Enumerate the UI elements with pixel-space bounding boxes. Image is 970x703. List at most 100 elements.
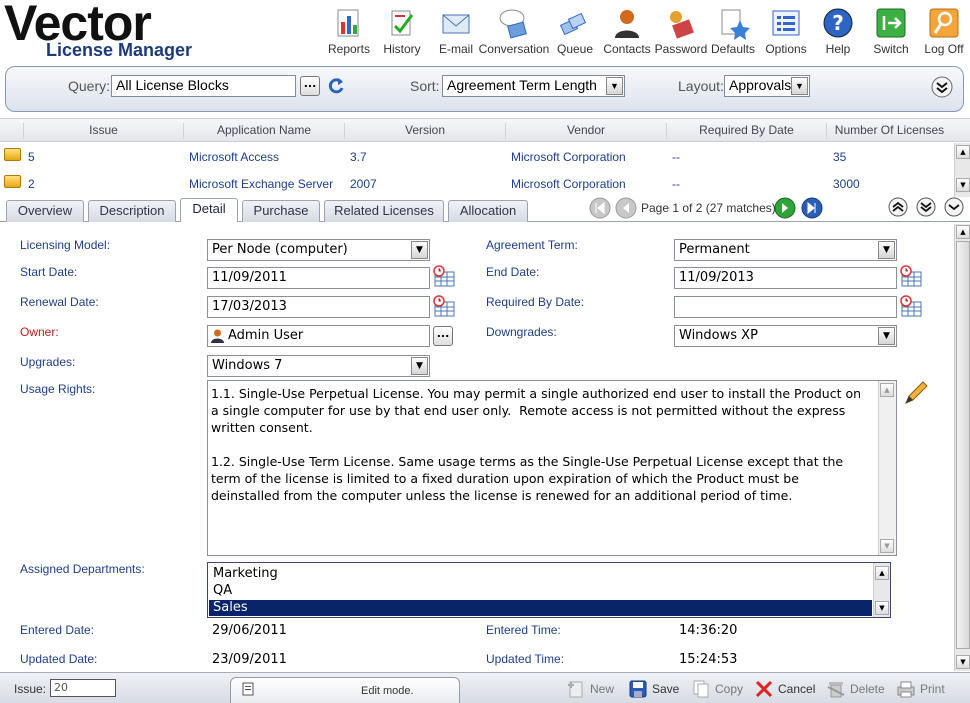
issue-number-input[interactable]: 20: [50, 679, 116, 697]
cell-issue[interactable]: 2: [28, 177, 35, 191]
tab-description[interactable]: Description: [88, 200, 176, 222]
query-select[interactable]: All License Blocks: [111, 75, 296, 97]
cancel-button[interactable]: Cancel: [754, 677, 818, 701]
cancel-icon: [755, 680, 773, 698]
start-date-input[interactable]: 11/09/2011: [207, 267, 430, 289]
cell-required-by: --: [672, 177, 680, 191]
calendar-icon[interactable]: [432, 265, 456, 287]
tab-overview[interactable]: Overview: [6, 200, 84, 222]
cancel-label: Cancel: [778, 682, 816, 696]
move-up-icon[interactable]: [888, 197, 908, 217]
agreement-term-value: Permanent: [679, 242, 750, 257]
scroll-up-icon[interactable]: ▲: [956, 225, 970, 239]
layout-select-value: Approvals: [729, 77, 792, 93]
required-by-input[interactable]: [674, 296, 897, 318]
grid-col-vendor[interactable]: Vendor: [506, 123, 667, 139]
save-label: Save: [652, 682, 680, 696]
cell-issue[interactable]: 5: [28, 150, 35, 164]
scroll-down-icon[interactable]: ▼: [956, 655, 970, 669]
licensing-model-select[interactable]: Per Node (computer) ▼: [207, 239, 430, 261]
defaults-icon: [721, 9, 750, 40]
table-row[interactable]: 2 Microsoft Exchange Server 2007 Microso…: [0, 170, 952, 196]
save-button[interactable]: Save: [628, 677, 684, 701]
chevron-down-icon[interactable]: ▼: [878, 241, 895, 259]
cell-application: Microsoft Exchange Server: [189, 177, 334, 191]
grid-scrollbar[interactable]: ▲ ▼: [954, 143, 970, 197]
owner-browse-button[interactable]: ...: [433, 326, 453, 346]
collapse-query-icon[interactable]: [931, 76, 953, 98]
updated-date-value: 23/09/2011: [212, 652, 287, 667]
layout-select[interactable]: Approvals ▼: [724, 75, 810, 97]
logoff-icon: [929, 8, 959, 38]
agreement-term-select[interactable]: Permanent ▼: [674, 239, 897, 261]
first-page-icon[interactable]: [589, 197, 611, 219]
print-button[interactable]: Print: [896, 677, 956, 701]
departments-listbox[interactable]: Marketing QA Sales ▲ ▼: [207, 562, 891, 618]
calendar-icon[interactable]: [899, 265, 923, 287]
updated-date-label: Updated Date:: [20, 652, 98, 666]
folder-icon: [4, 148, 21, 161]
tab-allocation[interactable]: Allocation: [448, 200, 528, 222]
tab-related-licenses[interactable]: Related Licenses: [324, 200, 444, 222]
departments-scrollbar[interactable]: ▲ ▼: [873, 563, 890, 617]
chevron-down-icon[interactable]: ▼: [791, 77, 808, 95]
end-date-input[interactable]: 11/09/2013: [674, 267, 897, 289]
updated-time-label: Updated Time:: [486, 652, 565, 666]
entered-date-label: Entered Date:: [20, 623, 95, 637]
start-date-label: Start Date:: [20, 265, 78, 279]
copy-button[interactable]: Copy: [691, 677, 749, 701]
list-item[interactable]: Marketing: [209, 566, 872, 582]
chevron-down-icon[interactable]: ▼: [606, 77, 623, 95]
cell-version: 2007: [350, 177, 377, 191]
usage-scrollbar[interactable]: ▲ ▼: [878, 381, 896, 555]
grid-col-application[interactable]: Application Name: [184, 123, 345, 139]
new-button[interactable]: New: [566, 677, 622, 701]
scroll-up-icon[interactable]: ▲: [956, 145, 970, 159]
query-label: Query:: [68, 78, 111, 94]
scroll-thumb[interactable]: [956, 241, 970, 649]
tab-detail[interactable]: Detail: [180, 198, 238, 222]
delete-button[interactable]: Delete: [826, 677, 890, 701]
entered-time-label: Entered Time:: [486, 623, 561, 637]
scroll-down-icon[interactable]: ▼: [875, 601, 889, 615]
owner-input[interactable]: Admin User: [207, 325, 430, 347]
scroll-up-icon[interactable]: ▲: [880, 383, 894, 397]
toolbar-logoff-label: Log Off: [924, 42, 964, 56]
refresh-icon[interactable]: [326, 76, 346, 96]
table-row[interactable]: 5 Microsoft Access 3.7 Microsoft Corpora…: [0, 143, 952, 169]
list-item-selected[interactable]: Sales: [209, 600, 872, 616]
chevron-down-icon[interactable]: ▼: [411, 241, 428, 259]
last-page-icon[interactable]: [801, 197, 823, 219]
upgrades-select[interactable]: Windows 7 ▼: [207, 355, 430, 377]
detail-tabs: Overview Description Detail Purchase Rel…: [0, 197, 970, 222]
renewal-date-input[interactable]: 17/03/2013: [207, 296, 430, 318]
sort-select[interactable]: Agreement Term Length ▼: [442, 75, 625, 97]
status-bar: Issue: 20 Edit mode. New Save Copy Cance…: [0, 672, 970, 703]
list-item[interactable]: QA: [209, 583, 872, 599]
grid-col-version[interactable]: Version: [345, 123, 506, 139]
cell-required-by: --: [672, 150, 680, 164]
scroll-up-icon[interactable]: ▲: [875, 566, 889, 580]
chevron-down-icon[interactable]: ▼: [411, 357, 428, 375]
move-down-icon[interactable]: [916, 197, 936, 217]
calendar-icon[interactable]: [432, 295, 456, 317]
tab-purchase[interactable]: Purchase: [242, 200, 320, 222]
scroll-down-icon[interactable]: ▼: [956, 178, 970, 192]
query-browse-button[interactable]: ...: [300, 76, 320, 96]
previous-page-icon[interactable]: [615, 197, 637, 219]
toolbar-logoff-button[interactable]: Log Off: [912, 0, 970, 60]
grid-col-required-by[interactable]: Required By Date: [667, 123, 827, 139]
collapse-icon[interactable]: [944, 197, 964, 217]
form-scrollbar[interactable]: ▲ ▼: [954, 224, 970, 671]
grid-col-issue[interactable]: Issue: [24, 123, 184, 139]
usage-rights-paragraph: 1.1. Single-Use Perpetual License. You m…: [211, 386, 866, 435]
next-page-icon[interactable]: [774, 197, 796, 219]
edit-pencil-icon[interactable]: [900, 379, 930, 409]
chevron-down-icon[interactable]: ▼: [878, 327, 895, 345]
usage-rights-textarea[interactable]: 1.1. Single-Use Perpetual License. You m…: [207, 380, 897, 556]
calendar-icon[interactable]: [899, 295, 923, 317]
downgrades-select[interactable]: Windows XP ▼: [674, 325, 897, 347]
scroll-down-icon[interactable]: ▼: [880, 539, 894, 553]
issue-number-label: Issue:: [14, 682, 47, 696]
grid-col-licenses[interactable]: Number Of Licenses: [827, 123, 952, 139]
